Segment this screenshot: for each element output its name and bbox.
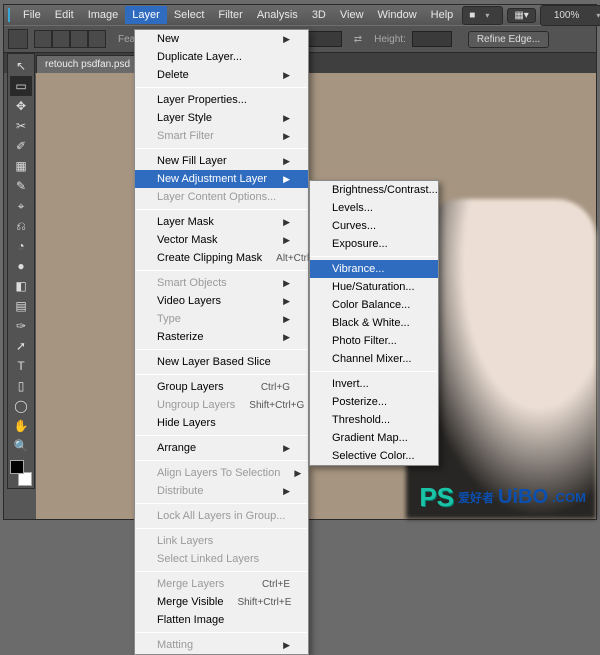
menu-analysis[interactable]: Analysis (250, 6, 305, 24)
layer-menu-item[interactable]: New Adjustment Layer▶ (135, 170, 308, 188)
layer-menu-item[interactable]: Video Layers▶ (135, 292, 308, 310)
app-window: File Edit Image Layer Select Filter Anal… (3, 4, 597, 520)
layer-menu-item: Matting▶ (135, 636, 308, 654)
adj-menu-item[interactable]: Levels... (310, 199, 438, 217)
tool-preset-icon[interactable] (8, 29, 28, 49)
menu-edit[interactable]: Edit (48, 6, 81, 24)
adj-menu-item[interactable]: Selective Color... (310, 447, 438, 465)
layer-menu-item[interactable]: New▶ (135, 30, 308, 48)
tool-healing[interactable]: ▦ (10, 156, 32, 176)
menu-layer[interactable]: Layer (125, 6, 167, 24)
adj-menu-item[interactable]: Vibrance... (310, 260, 438, 278)
adj-menu-item[interactable]: Invert... (310, 375, 438, 393)
view-extras-button[interactable]: ▦▾ (507, 8, 535, 23)
layer-menu-item[interactable]: Duplicate Layer... (135, 48, 308, 66)
background-color-swatch[interactable] (18, 472, 32, 486)
menu-view[interactable]: View (333, 6, 371, 24)
launch-bridge-button[interactable]: ■ ▾ (462, 6, 503, 25)
tool-crop[interactable]: ✂ (10, 116, 32, 136)
layer-menu-item: Type▶ (135, 310, 308, 328)
tool-text[interactable]: T (10, 356, 32, 376)
adj-menu-item[interactable]: Hue/Saturation... (310, 278, 438, 296)
layer-menu-item: Lock All Layers in Group... (135, 507, 308, 525)
layer-menu-item[interactable]: New Layer Based Slice (135, 353, 308, 371)
height-field[interactable] (412, 31, 452, 47)
layer-menu-item[interactable]: Arrange▶ (135, 439, 308, 457)
tool-eraser[interactable]: ◔ (10, 236, 32, 256)
layer-menu-item[interactable]: Rasterize▶ (135, 328, 308, 346)
adjustment-submenu: Brightness/Contrast...Levels...Curves...… (309, 180, 439, 466)
tool-stamp[interactable]: ⌖ (10, 196, 32, 216)
tool-lasso[interactable]: ✥ (10, 96, 32, 116)
tool-shape[interactable]: ◯ (10, 396, 32, 416)
menu-3d[interactable]: 3D (305, 6, 333, 24)
menu-window[interactable]: Window (371, 6, 424, 24)
layer-menu-item: Distribute▶ (135, 482, 308, 500)
tool-dodge[interactable]: ▤ (10, 296, 32, 316)
zoom-level[interactable]: 100% ▾ (540, 5, 600, 26)
tool-path[interactable]: ▯ (10, 376, 32, 396)
layer-menu-item: Align Layers To Selection▶ (135, 464, 308, 482)
adj-menu-item[interactable]: Gradient Map... (310, 429, 438, 447)
menu-select[interactable]: Select (167, 6, 212, 24)
adj-menu-item[interactable]: Threshold... (310, 411, 438, 429)
layer-menu-item[interactable]: New Fill Layer▶ (135, 152, 308, 170)
tool-marquee[interactable]: ▭ (10, 76, 32, 96)
layer-menu-item: Smart Filter▶ (135, 127, 308, 145)
watermark: PS 爱好者 UiBO.COM (419, 482, 586, 513)
height-label: Height: (374, 34, 406, 45)
tool-type[interactable]: ➚ (10, 336, 32, 356)
layer-menu-item[interactable]: Hide Layers (135, 414, 308, 432)
tool-history[interactable]: ⎌ (10, 216, 32, 236)
selection-mode-group[interactable] (34, 30, 106, 48)
layer-menu-item: Layer Content Options... (135, 188, 308, 206)
app-icon (8, 8, 10, 22)
menubar: File Edit Image Layer Select Filter Anal… (4, 5, 596, 25)
layer-menu-item[interactable]: Layer Style▶ (135, 109, 308, 127)
tool-gradient[interactable]: ● (10, 256, 32, 276)
adj-menu-item[interactable]: Brightness/Contrast... (310, 181, 438, 199)
foreground-color-swatch[interactable] (10, 460, 24, 474)
layer-menu-item[interactable]: Merge VisibleShift+Ctrl+E (135, 593, 308, 611)
tab-doc-1[interactable]: retouch psdfan.psd× (36, 55, 149, 73)
layer-menu-item: Select Linked Layers (135, 550, 308, 568)
tool-move[interactable]: ↖ (10, 56, 32, 76)
swap-icon[interactable]: ⇄ (354, 34, 362, 45)
tool-blur[interactable]: ◧ (10, 276, 32, 296)
tool-pen[interactable]: ✑ (10, 316, 32, 336)
adj-menu-item[interactable]: Color Balance... (310, 296, 438, 314)
layer-menu: New▶Duplicate Layer...Delete▶ Layer Prope… (134, 29, 309, 655)
tool-zoom[interactable]: 🔍 (10, 436, 32, 456)
layer-menu-item: Merge LayersCtrl+E (135, 575, 308, 593)
layer-menu-item: Ungroup LayersShift+Ctrl+G (135, 396, 308, 414)
adj-menu-item[interactable]: Channel Mixer... (310, 350, 438, 368)
adj-menu-item[interactable]: Black & White... (310, 314, 438, 332)
layer-menu-item[interactable]: Flatten Image (135, 611, 308, 629)
tool-brush[interactable]: ✎ (10, 176, 32, 196)
menu-help[interactable]: Help (424, 6, 461, 24)
layer-menu-item[interactable]: Layer Properties... (135, 91, 308, 109)
layer-menu-item[interactable]: Create Clipping MaskAlt+Ctrl+G (135, 249, 308, 267)
refine-edge-button[interactable]: Refine Edge... (468, 31, 549, 48)
tool-eyedropper[interactable]: ✐ (10, 136, 32, 156)
adj-menu-item[interactable]: Photo Filter... (310, 332, 438, 350)
layer-menu-item: Smart Objects▶ (135, 274, 308, 292)
layer-menu-item[interactable]: Delete▶ (135, 66, 308, 84)
menu-file[interactable]: File (16, 6, 48, 24)
adj-menu-item[interactable]: Exposure... (310, 235, 438, 253)
menu-image[interactable]: Image (81, 6, 126, 24)
layer-menu-item[interactable]: Group LayersCtrl+G (135, 378, 308, 396)
layer-menu-item: Link Layers (135, 532, 308, 550)
tool-hand[interactable]: ✋ (10, 416, 32, 436)
toolbox: ↖ ▭ ✥ ✂ ✐ ▦ ✎ ⌖ ⎌ ◔ ● ◧ ▤ ✑ ➚ T ▯ ◯ ✋ 🔍 (7, 53, 35, 489)
menu-filter[interactable]: Filter (211, 6, 249, 24)
layer-menu-item[interactable]: Vector Mask▶ (135, 231, 308, 249)
layer-menu-item[interactable]: Layer Mask▶ (135, 213, 308, 231)
adj-menu-item[interactable]: Posterize... (310, 393, 438, 411)
adj-menu-item[interactable]: Curves... (310, 217, 438, 235)
color-swatches[interactable] (10, 460, 32, 486)
